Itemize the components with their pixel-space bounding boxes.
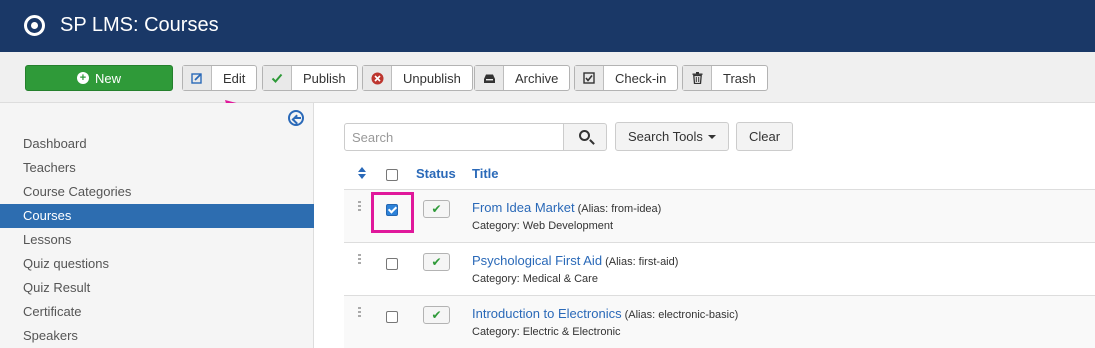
course-alias: (Alias: first-aid) [605,256,679,268]
sidebar-item-quiz-result[interactable]: Quiz Result [0,276,314,300]
clear-button[interactable]: Clear [736,122,794,151]
sidebar: Dashboard Teachers Course Categories Cou… [0,103,314,348]
sidebar-item-certificate[interactable]: Certificate [0,300,314,324]
publish-button-label: Publish [303,70,346,86]
drag-handle-icon[interactable] [358,254,361,266]
publish-button[interactable]: Publish [262,65,358,91]
edit-button-label: Edit [223,70,246,86]
course-alias: (Alias: electronic-basic) [624,309,739,321]
collapse-sidebar-icon[interactable] [288,110,304,126]
sidebar-item-lessons[interactable]: Lessons [0,228,314,252]
check-icon [263,66,292,90]
remove-icon [363,66,392,90]
table-row: ✔ Introduction to Electronics (Alias: ele… [344,296,1095,348]
title-column-header[interactable]: Title [472,166,499,181]
unpublish-button[interactable]: Unpublish [362,65,473,91]
unpublish-button-label: Unpublish [403,70,461,86]
published-status-button[interactable]: ✔ [423,200,450,218]
course-category: Category: Web Development [472,220,614,232]
checkin-button[interactable]: Check-in [574,65,679,91]
sidebar-item-courses[interactable]: Courses [0,204,314,228]
course-category: Category: Medical & Care [472,273,598,285]
trash-button[interactable]: Trash [682,65,768,91]
archive-icon [475,66,504,90]
search-input[interactable] [344,123,564,151]
drag-handle-icon[interactable] [358,201,361,213]
search-button[interactable] [563,123,607,151]
sidebar-item-dashboard[interactable]: Dashboard [0,132,314,156]
search-tools-button[interactable]: Search Tools [615,122,729,151]
published-status-button[interactable]: ✔ [423,306,450,324]
table-header: Status Title [344,158,1095,190]
plus-circle-icon: + [76,72,89,84]
caret-down-icon [707,134,716,139]
row-checkbox[interactable] [386,311,398,323]
table-row: ✔ From Idea Market (Alias: from-idea) Cat… [344,190,1095,243]
page-title: SP LMS: Courses [60,14,219,36]
published-status-button[interactable]: ✔ [423,253,450,271]
drag-handle-icon[interactable] [358,307,361,319]
row-checkbox[interactable] [386,258,398,270]
archive-button[interactable]: Archive [474,65,571,91]
toolbar: + New Edit Publish Unpublish Archive Che… [0,52,1095,103]
sidebar-item-course-categories[interactable]: Course Categories [0,180,314,204]
sidebar-item-teachers[interactable]: Teachers [0,156,314,180]
sidebar-item-speakers[interactable]: Speakers [0,324,314,348]
new-button-label: New [94,70,121,86]
select-all-checkbox[interactable] [386,169,398,181]
search-tools-label: Search Tools [628,129,703,144]
checkin-icon [575,66,604,90]
status-column-header[interactable]: Status [416,166,456,181]
sort-icon[interactable] [358,167,366,179]
archive-button-label: Archive [515,70,559,86]
course-category: Category: Electric & Electronic [472,326,621,338]
table-row: ✔ Psychological First Aid (Alias: first-a… [344,243,1095,296]
new-button[interactable]: + New [25,65,173,91]
edit-button[interactable]: Edit [182,65,258,91]
clear-label: Clear [749,129,781,144]
sidebar-item-quiz-questions[interactable]: Quiz questions [0,252,314,276]
course-alias: (Alias: from-idea) [577,203,662,215]
course-title-link[interactable]: Introduction to Electronics (Alias: elect… [472,306,738,321]
trash-button-label: Trash [723,70,756,86]
trash-icon [683,66,712,90]
app-header: SP LMS: Courses [0,0,1095,52]
edit-icon [183,66,212,90]
joomla-logo-icon [24,15,45,36]
checkin-button-label: Check-in [615,70,667,86]
course-title-link[interactable]: From Idea Market (Alias: from-idea) [472,200,661,215]
course-title-link[interactable]: Psychological First Aid (Alias: first-aid… [472,253,678,268]
highlight-box [371,192,414,233]
search-icon [579,130,590,141]
